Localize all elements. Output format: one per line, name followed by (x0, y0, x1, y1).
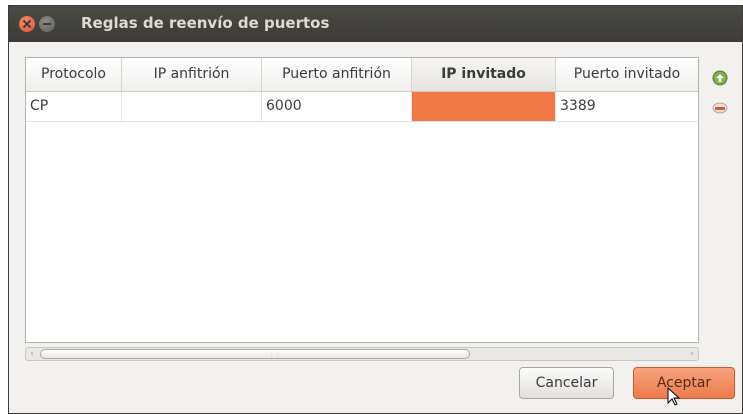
port-forwarding-dialog: Reglas de reenvío de puertos Protocolo I… (8, 5, 743, 414)
cell-guest-port[interactable]: 3389 (556, 92, 698, 121)
column-header-guest-ip[interactable]: IP invitado (412, 58, 556, 91)
scroll-right-icon[interactable]: › (686, 348, 698, 360)
close-button[interactable] (19, 16, 35, 32)
accept-button[interactable]: Aceptar (633, 367, 735, 399)
cell-host-port[interactable]: 6000 (262, 92, 412, 121)
minimize-button[interactable] (39, 16, 55, 32)
add-rule-icon (712, 70, 728, 86)
rules-table: Protocolo IP anfitrión Puerto anfitrión … (25, 57, 699, 343)
remove-rule-icon (712, 102, 728, 114)
column-header-host-port[interactable]: Puerto anfitrión (262, 58, 412, 91)
column-header-guest-port[interactable]: Puerto invitado (556, 58, 698, 91)
scrollbar-thumb[interactable]: ⋮⋮ (40, 349, 470, 359)
scrollbar-grip-icon: ⋮⋮ (269, 352, 281, 359)
table-row[interactable]: CP 6000 3389 (26, 92, 698, 122)
cell-host-ip[interactable] (122, 92, 262, 121)
dialog-title: Reglas de reenvío de puertos (81, 14, 330, 32)
horizontal-scrollbar[interactable]: ‹ ⋮⋮ › (25, 347, 699, 361)
cell-protocol[interactable]: CP (26, 92, 122, 121)
scroll-left-icon[interactable]: ‹ (26, 348, 38, 360)
column-header-protocol[interactable]: Protocolo (26, 58, 122, 91)
column-header-host-ip[interactable]: IP anfitrión (122, 58, 262, 91)
mouse-cursor-icon (667, 387, 681, 406)
add-rule-button[interactable] (709, 67, 731, 89)
cancel-button[interactable]: Cancelar (519, 367, 614, 399)
remove-rule-button[interactable] (709, 97, 731, 119)
title-bar: Reglas de reenvío de puertos (9, 6, 742, 42)
table-header: Protocolo IP anfitrión Puerto anfitrión … (26, 58, 698, 92)
cell-guest-ip[interactable] (412, 92, 556, 121)
